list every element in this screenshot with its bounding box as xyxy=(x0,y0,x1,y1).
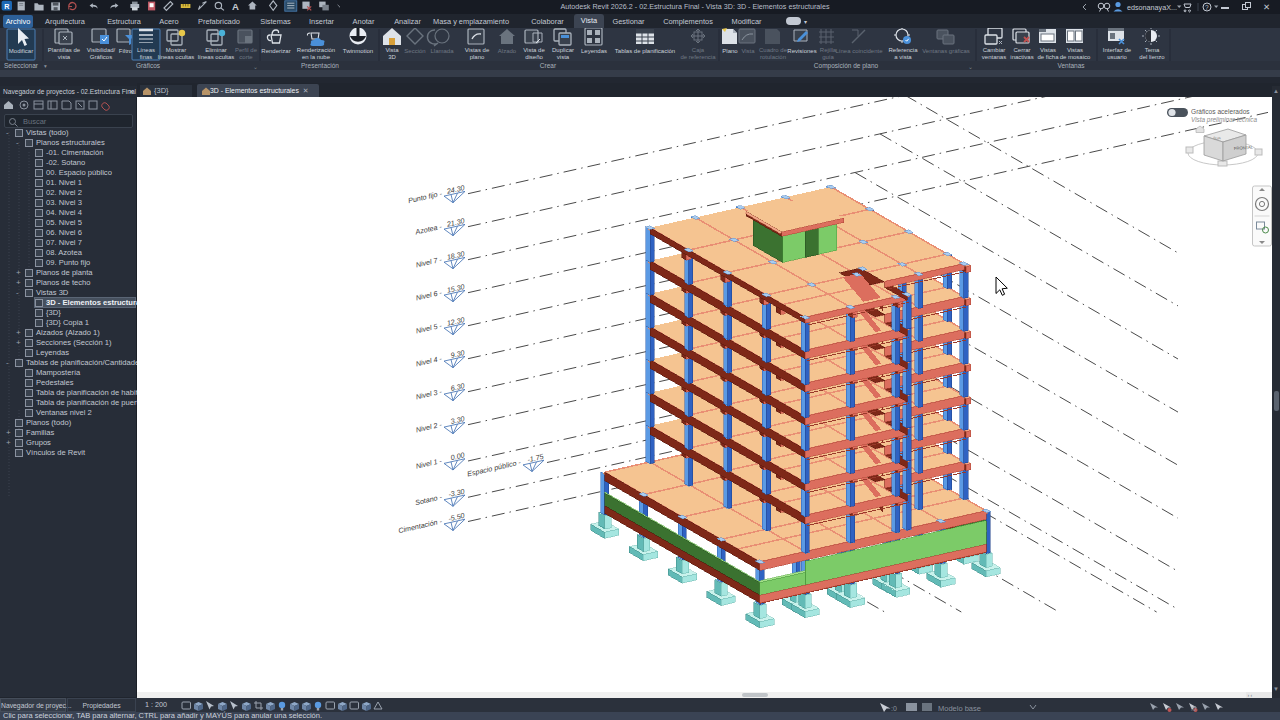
svg-text::0: :0 xyxy=(1191,705,1197,712)
svg-text::0: :0 xyxy=(891,705,897,712)
